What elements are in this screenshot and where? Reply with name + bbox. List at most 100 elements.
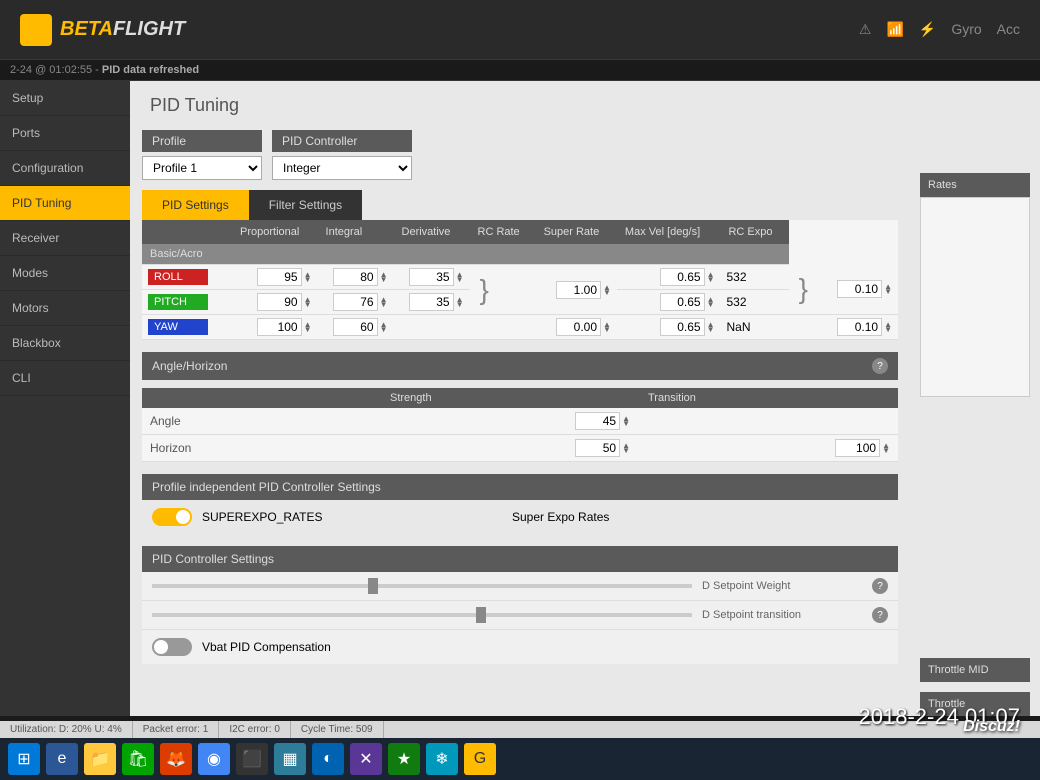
pid-header: Derivative <box>394 220 470 244</box>
pid-header: Super Rate <box>536 220 617 244</box>
status-bar: 2-24 @ 01:02:55 - PID data refreshed <box>0 60 1040 81</box>
d-setpoint-transition-slider[interactable] <box>152 613 692 617</box>
strength-input[interactable]: ▲▼ <box>575 439 630 457</box>
pid-header: RC Rate <box>470 220 536 244</box>
acc-label: Acc <box>997 21 1020 38</box>
vbat-label: Vbat PID Compensation <box>202 640 331 654</box>
transition-input[interactable]: ▲▼ <box>835 439 890 457</box>
d-setpoint-weight-slider[interactable] <box>152 584 692 588</box>
profile-select[interactable]: Profile 1 <box>142 156 262 180</box>
warning-icon: ⚠ <box>859 21 872 38</box>
app-icon[interactable]: ⬛ <box>236 743 268 775</box>
status-time: 2-24 @ 01:02:55 <box>10 64 92 76</box>
rc-expo-input[interactable]: ▲▼ <box>828 280 892 298</box>
rc-expo-input[interactable]: ▲▼ <box>828 318 892 336</box>
firefox-icon[interactable]: 🦊 <box>160 743 192 775</box>
folder-icon[interactable]: 📁 <box>84 743 116 775</box>
p-input[interactable]: ▲▼ <box>238 318 312 336</box>
max-vel: 532 <box>720 290 788 315</box>
pid-header: Proportional <box>232 220 318 244</box>
axis-pitch: PITCH <box>148 294 208 310</box>
app-icon-5[interactable]: ★ <box>388 743 420 775</box>
help-icon[interactable]: ? <box>872 607 888 623</box>
tab-pid-settings[interactable]: PID Settings <box>142 190 249 220</box>
wifi-icon: 📶 <box>886 21 903 38</box>
p-input[interactable]: ▲▼ <box>238 268 312 286</box>
sidebar-item-setup[interactable]: Setup <box>0 81 130 116</box>
angle-horizon-title: Angle/Horizon <box>152 359 227 373</box>
p-input[interactable]: ▲▼ <box>238 293 312 311</box>
pid-header <box>142 220 232 244</box>
rates-header: Rates <box>920 173 1030 197</box>
i-input[interactable]: ▲▼ <box>324 293 388 311</box>
sidebar-item-ports[interactable]: Ports <box>0 116 130 151</box>
app-header: BETAFLIGHT ⚠ 📶 ⚡ Gyro Acc <box>0 0 1040 60</box>
footer-utilization: Utilization: D: 20% U: 4% <box>0 721 133 738</box>
betaflight-icon[interactable]: G <box>464 743 496 775</box>
profile-indep-title: Profile independent PID Controller Setti… <box>152 480 381 494</box>
pid-header: RC Expo <box>720 220 788 244</box>
watermark: Discuz! <box>963 718 1020 736</box>
sidebar-item-blackbox[interactable]: Blackbox <box>0 326 130 361</box>
pid-table: ProportionalIntegralDerivativeRC RateSup… <box>142 220 898 340</box>
superexpo-toggle[interactable] <box>152 508 192 526</box>
sidebar-item-pid-tuning[interactable]: PID Tuning <box>0 186 130 221</box>
d-setpoint-weight-label: D Setpoint Weight <box>702 580 862 592</box>
basic-acro-section: Basic/Acro <box>142 244 789 265</box>
pid-controller-select[interactable]: Integer <box>272 156 412 180</box>
tab-filter-settings[interactable]: Filter Settings <box>249 190 362 220</box>
angle-row-label: Horizon <box>150 441 390 455</box>
help-icon[interactable]: ? <box>872 578 888 594</box>
help-icon[interactable]: ? <box>872 358 888 374</box>
d-input[interactable]: ▲▼ <box>400 293 464 311</box>
angle-row-label: Angle <box>150 414 390 428</box>
start-icon[interactable]: ⊞ <box>8 743 40 775</box>
axis-roll: ROLL <box>148 269 208 285</box>
super-rate-input[interactable]: ▲▼ <box>623 293 715 311</box>
axis-yaw: YAW <box>148 319 208 335</box>
sidebar-item-cli[interactable]: CLI <box>0 361 130 396</box>
profile-label: Profile <box>142 130 262 152</box>
logo: BETAFLIGHT <box>20 14 185 46</box>
d-input[interactable]: ▲▼ <box>400 268 464 286</box>
logo-text: BETAFLIGHT <box>60 18 185 41</box>
app-icon-4[interactable]: ✕ <box>350 743 382 775</box>
rates-graph <box>920 197 1030 397</box>
rc-rate-input[interactable]: ▲▼ <box>542 318 611 336</box>
transition-header: Transition <box>640 388 898 408</box>
sidebar-item-motors[interactable]: Motors <box>0 291 130 326</box>
page-title: PID Tuning <box>130 81 910 130</box>
max-vel: 532 <box>720 265 788 290</box>
rc-rate-input[interactable]: ▲▼ <box>542 281 611 299</box>
app-icon-2[interactable]: ▦ <box>274 743 306 775</box>
super-rate-input[interactable]: ▲▼ <box>623 268 715 286</box>
sidebar: SetupPortsConfigurationPID TuningReceive… <box>0 81 130 716</box>
header-icons: ⚠ 📶 ⚡ Gyro Acc <box>859 21 1020 38</box>
logo-icon <box>20 14 52 46</box>
pid-controller-settings-title: PID Controller Settings <box>152 552 274 566</box>
strength-input[interactable]: ▲▼ <box>575 412 630 430</box>
chrome-icon[interactable]: ◉ <box>198 743 230 775</box>
footer-packet-error: Packet error: 1 <box>133 721 220 738</box>
app-icon-6[interactable]: ❄ <box>426 743 458 775</box>
app-icon-3[interactable]: ◐ <box>312 743 344 775</box>
taskbar: ⊞ e 📁 🛍 🦊 ◉ ⬛ ▦ ◐ ✕ ★ ❄ G <box>0 738 1040 780</box>
super-rate-input[interactable]: ▲▼ <box>623 318 715 336</box>
pid-header: Max Vel [deg/s] <box>617 220 721 244</box>
store-icon[interactable]: 🛍 <box>122 743 154 775</box>
gyro-label: Gyro <box>951 21 981 38</box>
superexpo-desc: Super Expo Rates <box>512 510 609 524</box>
angle-horizon-header: Angle/Horizon ? <box>142 352 898 380</box>
edge-icon[interactable]: e <box>46 743 78 775</box>
sidebar-item-modes[interactable]: Modes <box>0 256 130 291</box>
sidebar-item-receiver[interactable]: Receiver <box>0 221 130 256</box>
pid-header: Integral <box>318 220 394 244</box>
pid-controller-settings-header: PID Controller Settings <box>142 546 898 572</box>
vbat-toggle[interactable] <box>152 638 192 656</box>
i-input[interactable]: ▲▼ <box>324 318 388 336</box>
status-message: PID data refreshed <box>102 64 199 76</box>
usb-icon: ⚡ <box>919 21 936 38</box>
i-input[interactable]: ▲▼ <box>324 268 388 286</box>
max-vel: NaN <box>720 315 788 340</box>
sidebar-item-configuration[interactable]: Configuration <box>0 151 130 186</box>
